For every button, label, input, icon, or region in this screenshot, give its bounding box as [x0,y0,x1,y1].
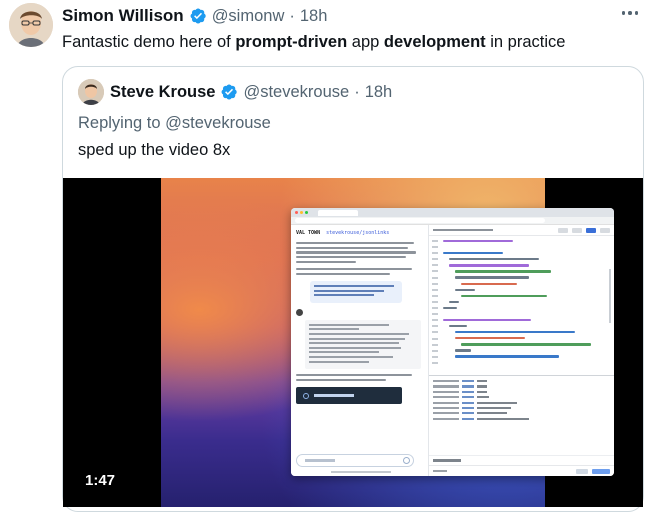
tweet-text-segment: Fantastic demo here of [62,33,236,51]
header-separator: · [289,6,295,25]
quoted-tweet-timestamp[interactable]: 18h [365,83,393,102]
quoted-author-name[interactable]: Steve Krouse [110,83,215,102]
video-player[interactable]: VAL TOWN stevekrouse/jsonlinks 1:47 [63,178,643,507]
tweet-text-segment: app [347,33,384,51]
author-avatar[interactable] [9,3,53,47]
quoted-tweet-header: Steve Krouse @stevekrouse · 18h [110,81,392,103]
quoted-tweet-text: sped up the video 8x [78,141,231,159]
quoted-author-handle[interactable]: @stevekrouse [243,83,349,102]
tweet-timestamp[interactable]: 18h [300,7,328,26]
more-horizontal-icon[interactable] [619,6,641,20]
tweet-text-segment: in practice [485,33,566,51]
verified-badge-icon [222,84,238,100]
video-frame-desktop: VAL TOWN stevekrouse/jsonlinks [161,178,614,507]
author-name[interactable]: Simon Willison [62,6,184,26]
header-separator: · [354,82,360,101]
verified-badge-icon [190,8,206,24]
author-handle[interactable]: @simonw [212,7,285,26]
video-duration: 1:47 [85,472,116,489]
replying-to[interactable]: Replying to @stevekrouse [78,114,271,133]
tweet-text-bold: prompt-driven [235,33,348,51]
tweet-header: Simon Willison @simonw · 18h [62,5,327,27]
quoted-author-avatar[interactable] [78,79,104,105]
tweet-text-bold: development [383,33,486,51]
tweet-text: Fantastic demo here of prompt-driven app… [62,32,565,52]
video-frame-app-window: VAL TOWN stevekrouse/jsonlinks [291,208,614,476]
